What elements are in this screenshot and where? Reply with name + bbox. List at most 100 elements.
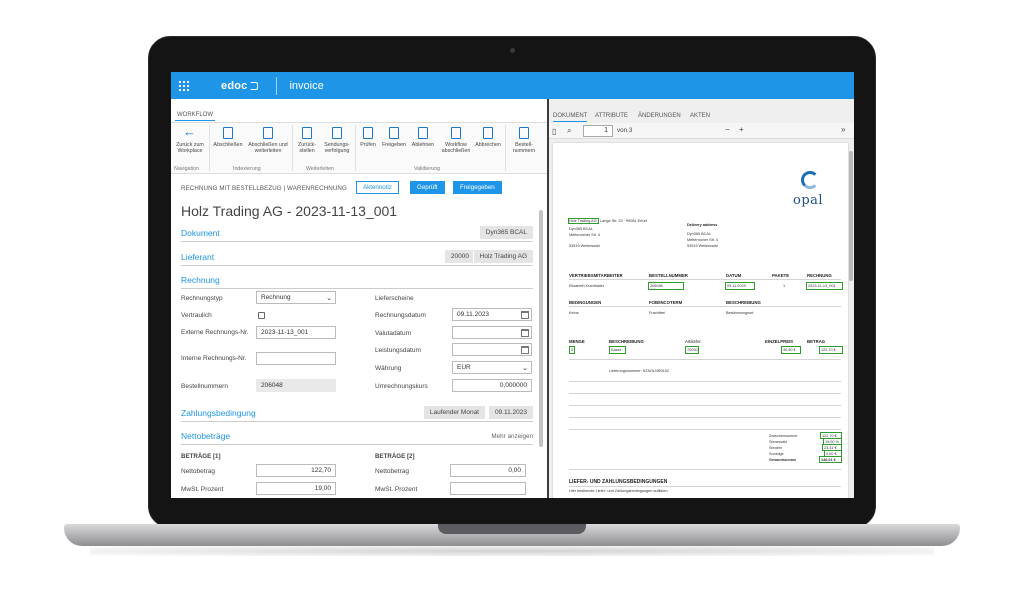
table-rule [569,417,841,418]
tab-aenderungen[interactable]: ÄNDERUNGEN [638,113,681,119]
section-lieferant[interactable]: Lieferant 20000 Holz Trading AG [181,250,533,266]
laptop-notch [438,524,586,534]
section-rechnung[interactable]: Rechnung [181,273,533,289]
vat-percent-2-input[interactable] [450,482,526,495]
screen: edoc invoice admin WORKFLOW Zurück zum W… [171,72,854,498]
table-rule [569,429,841,430]
section-dokument[interactable]: Dokument Dyn365 BCAL [181,226,533,242]
confidential-checkbox[interactable] [258,312,265,319]
payment-date-chip: 09.11.2023 [487,406,533,419]
value-date-input[interactable] [452,326,532,339]
complete-icon [223,127,233,139]
opal-logo-text: opal [793,193,824,208]
table-rule [569,405,841,406]
exchange-rate-input[interactable]: 0,000000 [452,379,532,392]
invoice-date-input[interactable]: 09.11.2023 [452,308,532,321]
payment-term-chip: Laufender Monat [422,406,485,419]
value-date-label: Valutadatum [375,330,412,337]
more-tools-icon[interactable]: » [841,125,845,134]
service-date-label: Leistungsdatum [375,347,421,354]
list-icon [519,127,529,139]
product-name: invoice [289,79,324,92]
order-numbers-label: Bestell-nummern [512,142,536,154]
workflow-complete-button[interactable]: Workflow abschließen [438,127,474,154]
reject-icon [418,127,428,139]
section-zahlungsbedingung[interactable]: Zahlungsbedingung Laufender Monat 09.11.… [181,406,533,422]
extraction-box [819,346,843,354]
supplier-id-chip: 20000 [443,250,475,263]
tab-attribute[interactable]: ATTRIBUTE [595,113,628,119]
service-date-input[interactable] [452,343,532,356]
brand-name: edoc [221,79,248,92]
section-title: Zahlungsbedingung [181,408,256,418]
show-more-link[interactable]: Mehr anzeigen [491,433,533,440]
fob-value: Frachtfrei [649,311,666,315]
sidebar-toggle-icon[interactable]: ▯ [552,127,556,136]
complete-button[interactable]: Abschließen [211,127,245,148]
check-button[interactable]: Prüfen [357,127,379,148]
topbar-separator [276,76,278,95]
invoice-type-value: Rechnung [261,294,291,301]
cancel-button[interactable]: Abbrechen [473,127,503,148]
subtotal-label: Zwischensumme [769,434,798,438]
tab-dokument[interactable]: DOKUMENT [553,113,588,122]
invoice-type-select[interactable]: Rechnung ⌄ [256,291,336,304]
page-number-input[interactable]: 1 [583,125,613,137]
table-rule [569,381,841,382]
ribbon-tab-workflow[interactable]: WORKFLOW [175,112,215,121]
app-topbar: edoc invoice admin [171,72,854,498]
note-button[interactable]: Aktennotiz [356,181,399,194]
group-label-indexing: Indexierung [233,166,261,172]
net-amount-1-input[interactable]: 122,70 [256,464,336,477]
zoom-in-icon[interactable]: + [739,125,744,134]
delivery-line-1: Dyn365 BCAL [687,232,712,236]
app-launcher-icon[interactable] [179,80,189,91]
page-title: Holz Trading AG - 2023-11-13_001 [181,203,398,219]
table-rule [569,306,841,307]
sales-rep-value: Elisabeth Kranthaller [569,284,605,288]
reject-button[interactable]: Ablehnen [409,127,437,148]
calendar-icon[interactable] [521,346,529,354]
group-separator [209,125,210,171]
calendar-icon[interactable] [521,329,529,337]
tab-akten[interactable]: AKTEN [690,113,710,119]
zoom-out-icon[interactable]: − [725,125,730,134]
order-numbers-button[interactable]: Bestell-nummern [507,127,541,154]
other-label: Sonstige [769,452,784,456]
document-viewer-pane: DOKUMENT ATTRIBUTE ÄNDERUNGEN AKTEN ▯ ⌕ … [549,99,854,498]
net-amount-2-input[interactable]: 0,00 [450,464,526,477]
section-title: Rechnung [181,275,220,285]
checked-button[interactable]: Geprüft [410,181,445,194]
currency-select[interactable]: EUR ⌄ [452,361,532,374]
net-amount-2-label: Nettobetrag [375,468,409,475]
internal-invoice-no-input[interactable] [256,352,336,365]
postpone-button[interactable]: Zurück-stellen [293,127,321,154]
vat-percent-2-label: MwSt. Prozent [375,486,418,493]
invoice-type-label: Rechnungstyp [181,295,223,302]
table-rule [569,279,841,280]
cancel-label: Abbrechen [475,142,501,148]
opal-logo-icon [801,171,819,189]
complete-forward-label: Abschließen und weiterleiten [248,142,288,154]
extraction-box [781,346,801,354]
released-button[interactable]: Freigegeben [453,181,502,194]
tax-rate-label: Steuersatz [769,440,788,444]
section-nettobetraege[interactable]: Nettobeträge Mehr anzeigen [181,429,533,445]
viewer-tabs: DOKUMENT ATTRIBUTE ÄNDERUNGEN AKTEN [549,113,854,123]
external-invoice-no-input[interactable]: 2023-11-13_001 [256,326,336,339]
complete-forward-button[interactable]: Abschließen und weiterleiten [247,127,289,154]
arrow-left-icon [183,126,196,139]
amounts-1-heading: BETRÄGE [1] [181,453,221,460]
cancel-doc-icon [483,127,493,139]
release-button[interactable]: Freigeben [380,127,408,148]
form-scrollbar[interactable] [539,210,543,447]
tracking-button[interactable]: Sendungs-verfolgung [321,127,353,154]
conditions-value: Keine [569,311,579,315]
search-icon[interactable]: ⌕ [567,126,571,136]
group-separator [505,125,506,171]
back-to-workplace-button[interactable]: Zurück zum Workplace [173,126,207,154]
calendar-icon[interactable] [521,311,529,319]
viewer-scrollbar[interactable] [849,151,853,281]
vat-percent-1-input[interactable]: 19,00 [256,482,336,495]
section-title: Nettobeträge [181,431,231,441]
